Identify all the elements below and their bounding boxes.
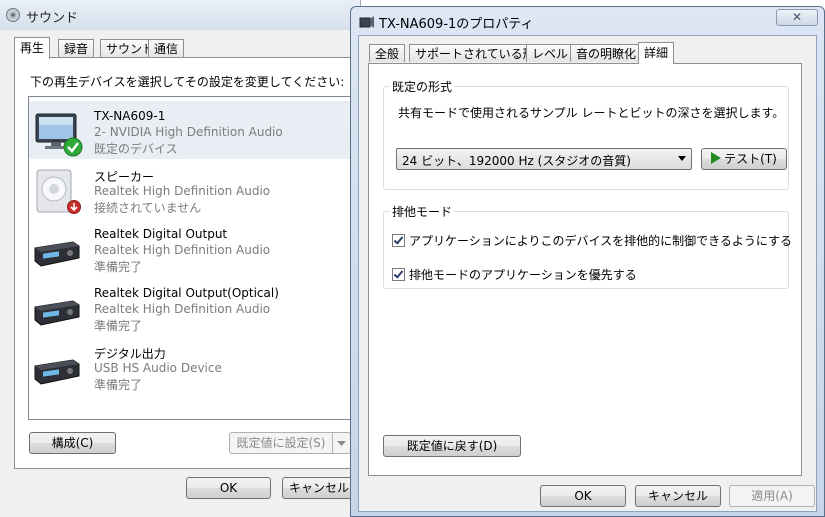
tab-enhancements[interactable]: 音の明瞭化 <box>570 44 643 62</box>
device-status: 準備完了 <box>94 378 143 392</box>
list-item[interactable]: Realtek Digital Output(Optical) Realtek … <box>29 278 362 336</box>
set-default-label: 既定値に設定(S) <box>236 436 326 450</box>
allow-exclusive-checkbox[interactable] <box>392 234 405 247</box>
device-status: 準備完了 <box>94 260 143 274</box>
format-select-value: 24 ビット、192000 Hz (スタジオの音質) <box>402 154 631 168</box>
tab-general[interactable]: 全般 <box>369 44 406 62</box>
default-format-description: 共有モードで使用されるサンプル レートとビットの深さを選択します。 <box>398 106 785 120</box>
chevron-down-icon[interactable] <box>332 433 350 453</box>
properties-ok-button[interactable]: OK <box>540 485 626 507</box>
unplugged-icon <box>67 200 81 214</box>
format-select[interactable]: 24 ビット、192000 Hz (スタジオの音質) <box>396 148 692 170</box>
list-item[interactable]: スピーカー Realtek High Definition Audio 接続され… <box>29 160 362 218</box>
device-description: 2- NVIDIA High Definition Audio <box>94 125 283 139</box>
speaker-small-icon <box>359 16 374 28</box>
sound-dialog-title: サウンド <box>26 11 79 26</box>
exclusive-mode-group: 排他モード アプリケーションによりこのデバイスを排他的に制御できるようにする 排… <box>383 203 792 289</box>
sound-app-icon <box>6 8 20 22</box>
playback-instruction: 下の再生デバイスを選択してその設定を変更してください: <box>30 75 345 89</box>
list-item[interactable]: TX-NA609-1 2- NVIDIA High Definition Aud… <box>29 101 362 159</box>
sound-cancel-button[interactable]: キャンセル <box>282 477 360 499</box>
test-button-label: テスト(T) <box>724 152 777 166</box>
device-description: USB HS Audio Device <box>94 361 222 375</box>
receiver-icon <box>34 359 80 385</box>
tab-recording[interactable]: 録音 <box>58 39 95 58</box>
close-button[interactable]: ✕ <box>776 9 818 26</box>
test-button[interactable]: テスト(T) <box>701 148 787 170</box>
device-name: TX-NA609-1 <box>94 109 166 123</box>
play-icon <box>711 152 722 164</box>
sound-titlebar[interactable]: サウンド <box>0 0 360 30</box>
tab-advanced[interactable]: 詳細 <box>638 42 675 64</box>
properties-dialog-title: TX-NA609-1のプロパティ <box>379 17 534 32</box>
device-name: Realtek Digital Output(Optical) <box>94 286 279 300</box>
properties-cancel-button[interactable]: キャンセル <box>635 485 721 507</box>
device-status: 準備完了 <box>94 319 143 333</box>
sound-dialog: サウンド 再生 録音 サウンド 通信 下の再生デバイスを選択してその設定を変更し… <box>0 0 362 517</box>
device-list[interactable]: TX-NA609-1 2- NVIDIA High Definition Aud… <box>28 96 362 420</box>
device-description: Realtek High Definition Audio <box>94 302 271 316</box>
priority-exclusive-label: 排他モードのアプリケーションを優先する <box>409 268 637 282</box>
restore-defaults-button[interactable]: 既定値に戻す(D) <box>383 435 521 457</box>
device-status: 接続されていません <box>94 201 202 215</box>
list-item[interactable]: デジタル出力 USB HS Audio Device 準備完了 <box>29 337 362 395</box>
allow-exclusive-checkbox-row[interactable]: アプリケーションによりこのデバイスを排他的に制御できるようにする <box>392 232 792 249</box>
device-name: Realtek Digital Output <box>94 227 228 241</box>
exclusive-mode-label: 排他モード <box>390 203 455 220</box>
device-name: デジタル出力 <box>94 347 166 361</box>
tab-communications[interactable]: 通信 <box>148 39 185 58</box>
properties-body: 全般 サポートされている形式 レベル 音の明瞭化 詳細 既定の形式 共有モードで… <box>358 35 817 512</box>
device-name: スピーカー <box>94 170 155 184</box>
playback-panel: 下の再生デバイスを選択してその設定を変更してください: TX-NA609-1 2… <box>14 57 362 469</box>
properties-dialog: TX-NA609-1のプロパティ ✕ 全般 サポートされている形式 レベル 音の… <box>350 6 825 517</box>
receiver-icon <box>34 241 80 267</box>
sound-ok-button[interactable]: OK <box>186 477 271 499</box>
priority-exclusive-checkbox[interactable] <box>392 268 405 281</box>
device-status: 既定のデバイス <box>94 142 178 156</box>
default-format-label: 既定の形式 <box>390 78 455 95</box>
configure-button[interactable]: 構成(C) <box>29 432 116 454</box>
chevron-down-icon <box>678 156 686 161</box>
default-check-icon <box>63 137 83 157</box>
device-description: Realtek High Definition Audio <box>94 184 271 198</box>
tab-playback[interactable]: 再生 <box>14 37 51 59</box>
advanced-panel: 既定の形式 共有モードで使用されるサンプル レートとビットの深さを選択します。 … <box>368 63 802 476</box>
list-item[interactable]: Realtek Digital Output Realtek High Defi… <box>29 219 362 277</box>
allow-exclusive-label: アプリケーションによりこのデバイスを排他的に制御できるようにする <box>409 234 793 248</box>
device-description: Realtek High Definition Audio <box>94 243 271 257</box>
default-format-group: 既定の形式 共有モードで使用されるサンプル レートとビットの深さを選択します。 … <box>383 78 789 190</box>
tab-levels[interactable]: レベル <box>526 44 575 62</box>
priority-exclusive-checkbox-row[interactable]: 排他モードのアプリケーションを優先する <box>392 266 637 283</box>
apply-button[interactable]: 適用(A) <box>729 485 815 507</box>
set-default-button[interactable]: 既定値に設定(S) <box>229 432 351 454</box>
receiver-icon <box>34 300 80 326</box>
